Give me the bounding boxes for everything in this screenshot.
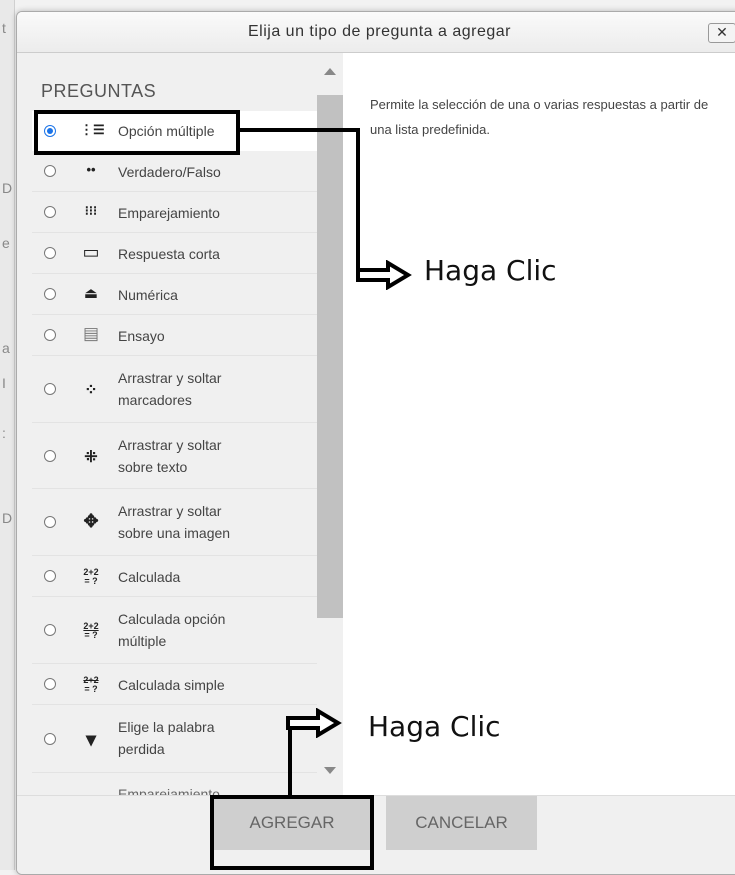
option-missing-word[interactable]: ▾ Elige la palabra perdida <box>32 705 319 773</box>
drag-text-icon: ⁜ <box>84 449 98 466</box>
radio-button[interactable] <box>44 247 56 259</box>
calculated-simple-icon: 2+2 = ? <box>80 676 102 694</box>
question-type-description: Permite la selección de una o varias res… <box>370 97 709 137</box>
icon-glyph: = ? <box>84 630 98 640</box>
option-label-line: Calculada opción <box>118 611 226 627</box>
scroll-down-icon[interactable] <box>324 767 336 774</box>
scroll-up-icon[interactable] <box>324 68 336 75</box>
scroll-thumb[interactable] <box>317 95 343 618</box>
option-calculated[interactable]: 2+2 = ? Calculada <box>32 556 319 597</box>
two-dots-icon: •• <box>86 162 96 177</box>
close-button[interactable]: ✕ <box>708 23 735 43</box>
option-label-line: perdida <box>118 741 165 757</box>
question-type-list: PREGUNTAS ⋮☰ Opción múltiple •• Verdader… <box>17 53 343 795</box>
option-drag-image[interactable]: ✥ Arrastrar y soltar sobre una imagen <box>32 489 319 556</box>
icon-glyph: = ? <box>84 684 98 694</box>
option-label: Ensayo <box>118 328 165 344</box>
option-label: Numérica <box>118 287 178 303</box>
option-drag-markers[interactable]: ⁘ Arrastrar y soltar marcadores <box>32 356 319 423</box>
radio-button[interactable] <box>44 288 56 300</box>
annotation-highlight-box <box>210 795 374 870</box>
option-matching[interactable]: ⁝⁝⁝ Emparejamiento <box>32 192 319 233</box>
cancel-button[interactable]: CANCELAR <box>386 796 537 850</box>
background-char: D <box>2 180 13 196</box>
option-numeric[interactable]: ⏏ Numérica <box>32 274 319 315</box>
annotation-label: Haga Clic <box>368 710 501 743</box>
icon-glyph: = ? <box>84 576 98 586</box>
annotation-label: Haga Clic <box>424 254 557 287</box>
option-label: Calculada opción múltiple <box>118 608 225 652</box>
drag-markers-icon: ⁘ <box>84 382 98 399</box>
annotation-arrow-icon <box>286 708 342 738</box>
option-label-line: Arrastrar y soltar <box>118 370 222 386</box>
radio-button[interactable] <box>44 450 56 462</box>
annotation-highlight-box <box>34 110 240 155</box>
drag-image-icon: ✥ <box>83 511 99 531</box>
option-label: Emparejamiento <box>118 786 220 795</box>
radio-button[interactable] <box>44 624 56 636</box>
background-char: t <box>2 20 6 36</box>
option-label: Emparejamiento <box>118 205 220 221</box>
dialog-titlebar: Elija un tipo de pregunta a agregar <box>17 12 735 53</box>
background-char: : <box>2 425 6 441</box>
match-grid-icon: ⁝⁝⁝ <box>84 203 98 218</box>
option-label: Elige la palabra perdida <box>118 716 215 760</box>
radio-button[interactable] <box>44 165 56 177</box>
option-label-line: sobre una imagen <box>118 525 231 541</box>
close-icon: ✕ <box>716 24 728 40</box>
radio-button[interactable] <box>44 383 56 395</box>
annotation-line <box>356 128 360 278</box>
option-label-line: Elige la palabra <box>118 719 215 735</box>
radio-button[interactable] <box>44 516 56 528</box>
list-scrollbar[interactable] <box>317 53 343 795</box>
option-calculated-multichoice[interactable]: 2+2 = ? Calculada opción múltiple <box>32 597 319 664</box>
dialog-title: Elija un tipo de pregunta a agregar <box>247 23 511 40</box>
radio-button[interactable] <box>44 329 56 341</box>
radio-button[interactable] <box>44 678 56 690</box>
annotation-line <box>240 128 360 132</box>
dialog-footer <box>17 795 735 874</box>
essay-icon: ▤ <box>82 324 100 343</box>
option-essay[interactable]: ▤ Ensayo <box>32 315 319 356</box>
radio-button[interactable] <box>44 733 56 745</box>
option-true-false[interactable]: •• Verdadero/Falso <box>32 151 319 192</box>
option-label: Calculada simple <box>118 677 225 693</box>
radio-button[interactable] <box>44 570 56 582</box>
background-char: e <box>2 235 10 251</box>
option-calculated-simple[interactable]: 2+2 = ? Calculada simple <box>32 664 319 705</box>
option-label: Arrastrar y soltar marcadores <box>118 367 221 411</box>
annotation-arrow-icon <box>356 260 412 290</box>
option-short-answer[interactable]: ▭ Respuesta corta <box>32 233 319 274</box>
option-label: Calculada <box>118 569 181 585</box>
background-char: a <box>2 340 10 356</box>
option-label-line: sobre texto <box>118 459 188 475</box>
option-label-line: Arrastrar y soltar <box>118 437 222 453</box>
option-label: Arrastrar y soltar sobre una imagen <box>118 500 230 544</box>
option-label-line: Arrastrar y soltar <box>118 503 222 519</box>
calculated-icon: 2+2 = ? <box>80 568 102 586</box>
option-label-line: múltiple <box>118 633 167 649</box>
cancel-button-label: CANCELAR <box>415 813 508 832</box>
background-page-edge: t D e a I : D <box>0 0 15 870</box>
calculated-multi-icon: 2+2 = ? <box>80 622 102 640</box>
option-label-line: marcadores <box>118 392 192 408</box>
option-label: Verdadero/Falso <box>118 164 221 180</box>
option-label: Respuesta corta <box>118 246 220 262</box>
list-heading: PREGUNTAS <box>41 81 157 101</box>
numeric-icon: ⏏ <box>83 285 99 302</box>
caret-down-icon: ▾ <box>85 729 97 751</box>
radio-button[interactable] <box>44 206 56 218</box>
background-char: D <box>2 510 13 526</box>
short-box-icon: ▭ <box>82 242 100 262</box>
option-drag-text[interactable]: ⁜ Arrastrar y soltar sobre texto <box>32 423 319 489</box>
background-char: I <box>2 375 6 391</box>
option-partial[interactable]: Emparejamiento <box>32 773 319 795</box>
option-label: Arrastrar y soltar sobre texto <box>118 434 221 478</box>
